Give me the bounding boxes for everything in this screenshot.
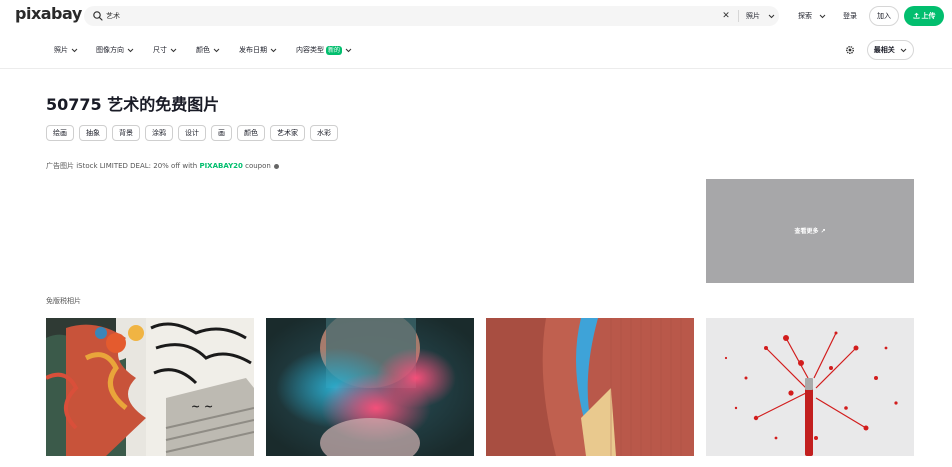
filter-label: 颜色 xyxy=(196,46,210,54)
photo-color-powder[interactable] xyxy=(266,318,474,456)
sponsored-line: 广告图片 iStock LIMITED DEAL: 20% off with P… xyxy=(46,161,280,171)
search-bar[interactable]: ✕ 照片 xyxy=(84,6,779,26)
photo-architecture[interactable] xyxy=(486,318,694,456)
gear-icon[interactable] xyxy=(845,45,855,55)
filter-label: 图像方向 xyxy=(96,46,124,54)
upload-icon xyxy=(912,12,920,19)
chevron-down-icon xyxy=(768,14,775,18)
chevron-down-icon xyxy=(71,48,78,52)
login-link[interactable]: 登录 xyxy=(843,10,857,22)
filter-content-type[interactable]: 内容类型 新的 xyxy=(296,44,352,56)
tag-chip[interactable]: 涂鸦 xyxy=(145,125,173,141)
join-button[interactable]: 加入 xyxy=(869,6,899,26)
ad-prefix: 广告图片 iStock LIMITED DEAL: 20% off with xyxy=(46,162,200,170)
section-label: 免版税相片 xyxy=(46,297,81,305)
search-type-select[interactable]: 照片 xyxy=(746,10,775,22)
sort-select[interactable]: 最相关 xyxy=(867,40,914,60)
chevron-down-icon xyxy=(213,48,220,52)
filter-label: 照片 xyxy=(54,46,68,54)
pixabay-logo[interactable]: pixabay xyxy=(15,4,82,23)
top-header: pixabay ✕ 照片 探索 登录 加入 上传 xyxy=(0,0,952,33)
page-title: 50775 艺术的免费图片 xyxy=(46,95,220,114)
filter-size[interactable]: 尺寸 xyxy=(153,44,177,56)
graffiti-image: ~ ~ xyxy=(46,318,254,456)
chevron-down-icon xyxy=(270,48,277,52)
tag-chip[interactable]: 艺术家 xyxy=(270,125,305,141)
info-icon[interactable] xyxy=(274,163,280,169)
filter-date[interactable]: 发布日期 xyxy=(239,44,277,56)
photo-paint-splatter[interactable] xyxy=(706,318,914,456)
coupon-code[interactable]: PIXABAY20 xyxy=(199,162,242,170)
explore-menu[interactable]: 探索 xyxy=(798,10,826,22)
svg-text:~ ~: ~ ~ xyxy=(191,400,213,413)
close-icon[interactable]: ✕ xyxy=(720,9,732,23)
tag-chip[interactable]: 颜色 xyxy=(237,125,265,141)
photo-graffiti-stairs[interactable]: ~ ~ xyxy=(46,318,254,456)
see-more-label: 查看更多 ↗ xyxy=(794,228,826,235)
search-input[interactable] xyxy=(106,8,696,24)
filter-label: 内容类型 xyxy=(296,46,324,54)
search-icon xyxy=(93,11,103,21)
filter-label: 尺寸 xyxy=(153,46,167,54)
sort-label: 最相关 xyxy=(873,46,895,54)
upload-button[interactable]: 上传 xyxy=(904,6,944,26)
chevron-down-icon xyxy=(345,48,352,52)
filter-media-type[interactable]: 照片 xyxy=(54,44,78,56)
architecture-image xyxy=(486,318,694,456)
filter-bar: 照片 图像方向 尺寸 颜色 发布日期 内容类型 新的 最相关 xyxy=(0,40,952,60)
related-tags: 绘画 抽象 背景 涂鸦 设计 画 颜色 艺术家 水彩 xyxy=(46,125,338,141)
tag-chip[interactable]: 水彩 xyxy=(310,125,338,141)
ad-suffix: coupon xyxy=(242,162,271,170)
chevron-down-icon xyxy=(127,48,134,52)
upload-label: 上传 xyxy=(921,12,936,20)
powder-image xyxy=(266,318,474,456)
tag-chip[interactable]: 绘画 xyxy=(46,125,74,141)
splatter-image xyxy=(706,318,914,456)
chevron-down-icon xyxy=(170,48,177,52)
tag-chip[interactable]: 设计 xyxy=(178,125,206,141)
explore-label: 探索 xyxy=(798,12,812,20)
filter-label: 发布日期 xyxy=(239,46,267,54)
search-divider xyxy=(738,10,739,22)
ad-see-more-tile[interactable]: 查看更多 ↗ xyxy=(706,179,914,283)
filter-color[interactable]: 颜色 xyxy=(196,44,220,56)
new-badge: 新的 xyxy=(326,45,343,55)
filter-orientation[interactable]: 图像方向 xyxy=(96,44,134,56)
tag-chip[interactable]: 画 xyxy=(211,125,232,141)
search-type-label: 照片 xyxy=(746,12,760,20)
tag-chip[interactable]: 背景 xyxy=(112,125,140,141)
tag-chip[interactable]: 抽象 xyxy=(79,125,107,141)
header-divider xyxy=(0,68,952,69)
chevron-down-icon xyxy=(819,14,826,18)
chevron-down-icon xyxy=(900,48,907,52)
